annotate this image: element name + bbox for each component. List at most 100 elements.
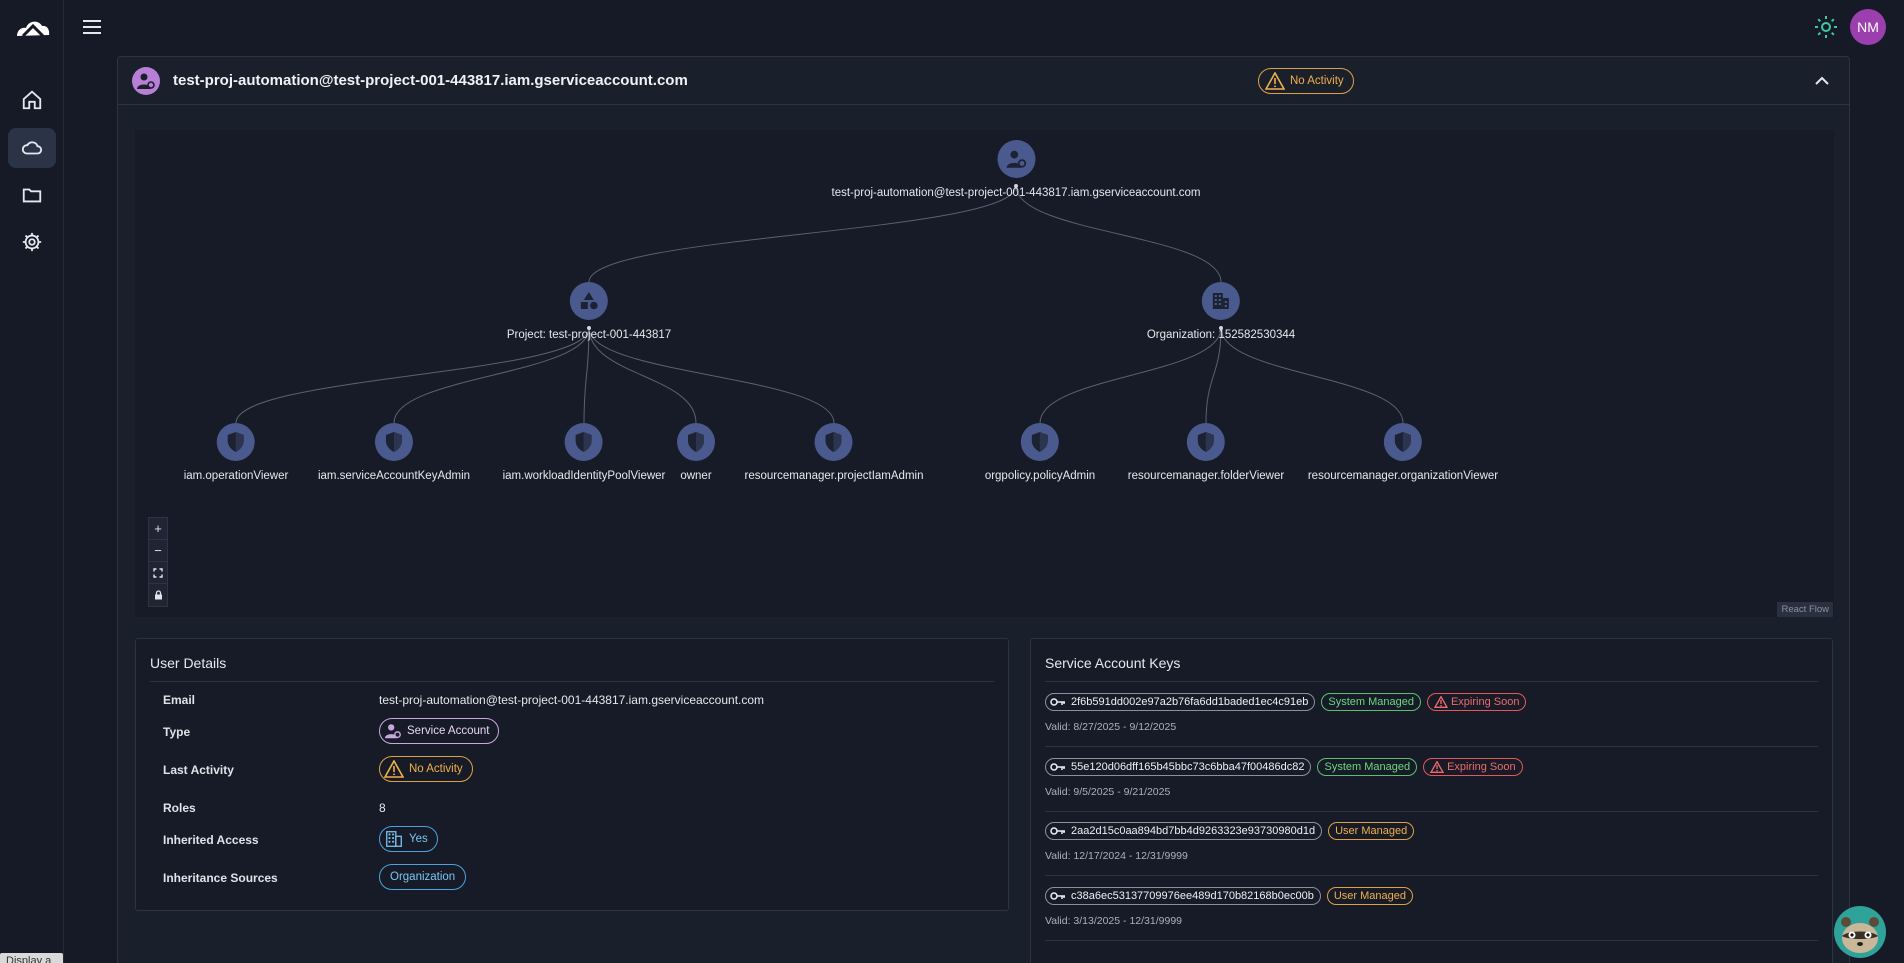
key-icon — [1050, 763, 1065, 771]
managed-tag: System Managed — [1317, 758, 1418, 776]
expiring-label: Expiring Soon — [1450, 696, 1520, 708]
key-id: 55e120d06dff165b45bbc73c6bba47f00486dc82 — [1071, 761, 1305, 773]
assistant-mascot-button[interactable] — [1834, 906, 1886, 958]
type-chip-label: Service Account — [407, 725, 490, 737]
user-avatar[interactable]: NM — [1850, 9, 1886, 45]
key-id-chip[interactable]: 2aa2d15c0aa894bd7bb4d9263323e93730980d1d — [1045, 822, 1323, 840]
inheritance-sources-wrapper: Organization — [379, 864, 467, 890]
hamburger-menu-icon[interactable] — [82, 17, 104, 37]
edge-parent-role — [1220, 327, 1404, 424]
theme-toggle-sun-icon[interactable] — [1814, 15, 1838, 39]
shield-icon — [1021, 423, 1059, 461]
user-details-card: User Details Email test-proj-automation@… — [135, 638, 1009, 911]
detail-label: Last Activity — [163, 763, 234, 777]
type-chip: Service Account — [379, 718, 500, 744]
key-id-chip[interactable]: 55e120d06dff165b45bbc73c6bba47f00486dc82 — [1045, 758, 1312, 776]
key-id: 2f6b591dd002e97a2b76fa6dd1baded1ec4c91eb — [1071, 696, 1309, 708]
nav-home[interactable] — [8, 80, 56, 120]
chevron-up-icon[interactable] — [1813, 72, 1831, 90]
key-id-chip[interactable]: 2f6b591dd002e97a2b76fa6dd1baded1ec4c91eb — [1045, 693, 1316, 711]
edge-parent-role — [588, 327, 697, 424]
cloud-logo-icon[interactable] — [14, 14, 52, 44]
nav-cloud[interactable] — [8, 128, 56, 168]
expiring-tag: Expiring Soon — [1426, 693, 1527, 711]
key-item: 55e120d06dff165b45bbc73c6bba47f00486dc82… — [1045, 748, 1818, 812]
managed-tag: User Managed — [1326, 887, 1414, 905]
service-account-keys-card: Service Account Keys 2f6b591dd002e97a2b7… — [1030, 638, 1833, 963]
detail-label: Inheritance Sources — [163, 871, 278, 885]
key-validity: Valid: 8/27/2025 - 9/12/2025 — [1045, 721, 1177, 733]
node-role[interactable]: iam.workloadIdentityPoolViewer — [502, 423, 666, 482]
node-label: orgpolicy.policyAdmin — [984, 470, 1096, 482]
node-label: resourcemanager.organizationViewer — [1307, 470, 1499, 482]
service-account-keys-title: Service Account Keys — [1045, 655, 1181, 671]
panel-header[interactable]: test-proj-automation@test-project-001-44… — [118, 57, 1849, 105]
zoom-in-button[interactable]: + — [149, 518, 167, 540]
inheritance-source-chip: Organization — [379, 864, 467, 890]
shield-icon — [677, 423, 715, 461]
service-account-icon — [384, 724, 401, 739]
warning-icon — [384, 760, 404, 778]
key-icon — [1050, 827, 1065, 835]
detail-label: Inherited Access — [163, 833, 259, 847]
edge-parent-role — [583, 327, 590, 424]
node-label: iam.serviceAccountKeyAdmin — [317, 470, 471, 482]
key-id-chip[interactable]: c38a6ec53137709976ee489d170b82168b0ec00b — [1045, 887, 1321, 905]
type-value-wrapper: Service Account — [379, 718, 500, 744]
node-label: iam.workloadIdentityPoolViewer — [502, 470, 666, 482]
lock-icon — [154, 590, 162, 600]
node-role[interactable]: resourcemanager.organizationViewer — [1308, 423, 1498, 482]
nav-folder[interactable] — [8, 175, 56, 215]
key-id: c38a6ec53137709976ee489d170b82168b0ec00b — [1071, 890, 1314, 902]
edge-parent-role — [588, 327, 835, 424]
lock-button[interactable] — [149, 584, 167, 606]
divider — [150, 681, 994, 682]
building-icon — [386, 831, 402, 847]
edge-parent-role — [235, 327, 590, 424]
panel-title: test-proj-automation@test-project-001-44… — [173, 72, 688, 89]
node-label: resourcemanager.projectIamAdmin — [744, 470, 924, 482]
node-organization[interactable]: Organization: 152582530344 — [1147, 282, 1295, 341]
node-role[interactable]: iam.operationViewer — [184, 423, 288, 482]
node-project[interactable]: Project: test-project-001-443817 — [507, 282, 671, 341]
key-validity: Valid: 9/5/2025 - 9/21/2025 — [1045, 786, 1171, 798]
graph-edges — [235, 184, 1404, 424]
warning-icon — [1430, 761, 1445, 773]
user-details-title: User Details — [150, 655, 227, 671]
nav-settings[interactable] — [8, 222, 56, 262]
node-role[interactable]: resourcemanager.folderViewer — [1128, 423, 1284, 482]
service-account-icon — [997, 140, 1035, 178]
zoom-out-button[interactable]: − — [149, 540, 167, 562]
top-bar: NM — [64, 0, 1904, 54]
inherited-access-wrapper: Yes — [379, 826, 438, 852]
key-validity: Valid: 3/13/2025 - 12/31/9999 — [1045, 915, 1182, 927]
fit-view-icon — [153, 567, 163, 578]
react-flow-attribution[interactable]: React Flow — [1777, 602, 1833, 617]
node-label: resourcemanager.folderViewer — [1127, 470, 1285, 482]
node-root[interactable]: test-proj-automation@test-project-001-44… — [832, 140, 1201, 199]
node-role[interactable]: iam.serviceAccountKeyAdmin — [318, 423, 470, 482]
node-label: Organization: 152582530344 — [1146, 329, 1296, 341]
managed-tag: User Managed — [1328, 822, 1415, 840]
permission-graph[interactable]: test-proj-automation@test-project-001-44… — [135, 130, 1834, 617]
activity-status-badge: No Activity — [1258, 68, 1354, 94]
gear-icon — [22, 232, 42, 252]
shield-icon — [814, 423, 853, 461]
node-role[interactable]: resourcemanager.projectIamAdmin — [744, 423, 924, 482]
fit-view-button[interactable] — [149, 562, 167, 584]
last-activity-wrapper: No Activity — [379, 756, 473, 782]
expiring-label: Expiring Soon — [1447, 761, 1516, 773]
last-activity-chip: No Activity — [379, 756, 473, 782]
raccoon-icon — [1841, 917, 1879, 953]
node-role[interactable]: orgpolicy.policyAdmin — [985, 423, 1095, 482]
shield-icon — [1187, 423, 1225, 461]
node-role[interactable]: owner — [677, 423, 715, 482]
key-item: c38a6ec53137709976ee489d170b82168b0ec00b… — [1045, 877, 1818, 941]
edge-parent-role — [1039, 327, 1222, 424]
building-icon — [1202, 282, 1240, 320]
shield-icon — [1383, 423, 1422, 461]
inherited-access-label: Yes — [409, 833, 428, 845]
divider — [1045, 681, 1818, 682]
activity-status-text: No Activity — [1290, 75, 1344, 87]
edge-root-parent — [588, 185, 1017, 283]
